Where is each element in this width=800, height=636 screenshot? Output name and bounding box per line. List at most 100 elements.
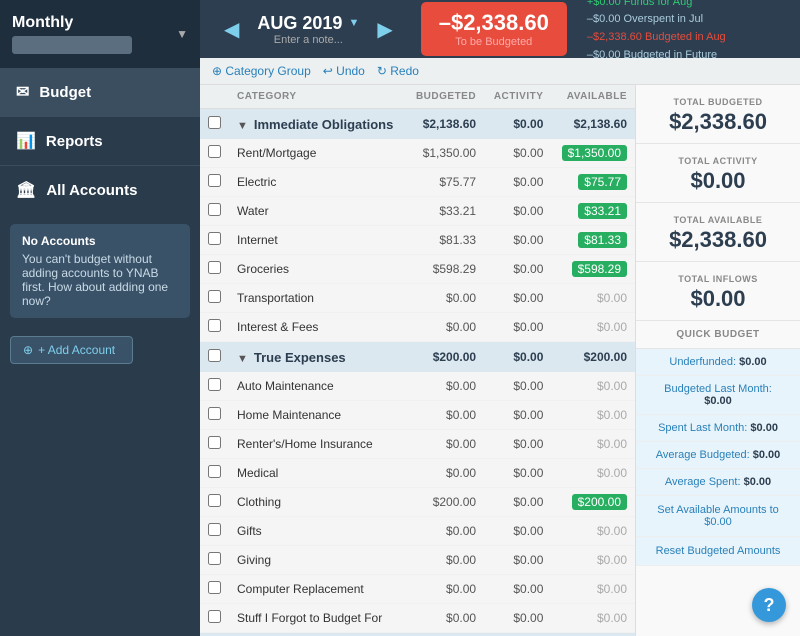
- item-budgeted[interactable]: $0.00: [406, 401, 484, 430]
- month-note-input[interactable]: Enter a note...: [274, 34, 343, 46]
- item-checkbox[interactable]: [208, 290, 221, 303]
- table-row[interactable]: Clothing $200.00 $0.00 $200.00: [200, 488, 635, 517]
- quick-budget-action-button[interactable]: Reset Budgeted Amounts: [636, 537, 800, 566]
- sidebar-item-budget[interactable]: ✉ Budget: [0, 68, 200, 116]
- redo-button[interactable]: ↻ Redo: [377, 64, 419, 78]
- item-budgeted[interactable]: $0.00: [406, 313, 484, 342]
- budget-table-wrap[interactable]: CATEGORY BUDGETED ACTIVITY AVAILABLE ▼Im…: [200, 85, 635, 636]
- table-row[interactable]: Internet $81.33 $0.00 $81.33: [200, 226, 635, 255]
- undo-button[interactable]: ↩ Undo: [323, 64, 365, 78]
- item-checkbox-cell[interactable]: [200, 313, 229, 342]
- item-checkbox-cell[interactable]: [200, 168, 229, 197]
- item-checkbox-cell[interactable]: [200, 459, 229, 488]
- table-group-row[interactable]: ▼True Expenses $200.00 $0.00 $200.00: [200, 342, 635, 373]
- item-budgeted[interactable]: $200.00: [406, 488, 484, 517]
- prev-month-button[interactable]: ◀: [216, 13, 247, 46]
- quick-budget-item[interactable]: Spent Last Month: $0.00: [636, 415, 800, 442]
- item-checkbox[interactable]: [208, 174, 221, 187]
- item-checkbox[interactable]: [208, 261, 221, 274]
- item-checkbox[interactable]: [208, 581, 221, 594]
- item-checkbox[interactable]: [208, 494, 221, 507]
- item-budgeted[interactable]: $598.29: [406, 255, 484, 284]
- item-budgeted[interactable]: $0.00: [406, 546, 484, 575]
- item-budgeted[interactable]: $75.77: [406, 168, 484, 197]
- item-checkbox[interactable]: [208, 319, 221, 332]
- table-row[interactable]: Medical $0.00 $0.00 $0.00: [200, 459, 635, 488]
- available-value: $0.00: [597, 408, 627, 422]
- item-budgeted[interactable]: $0.00: [406, 517, 484, 546]
- item-budgeted[interactable]: $0.00: [406, 430, 484, 459]
- item-name: Clothing: [229, 488, 406, 517]
- item-checkbox[interactable]: [208, 523, 221, 536]
- item-checkbox-cell[interactable]: [200, 372, 229, 401]
- table-row[interactable]: Computer Replacement $0.00 $0.00 $0.00: [200, 575, 635, 604]
- item-budgeted[interactable]: $1,350.00: [406, 139, 484, 168]
- item-checkbox-cell[interactable]: [200, 226, 229, 255]
- table-row[interactable]: Stuff I Forgot to Budget For $0.00 $0.00…: [200, 604, 635, 633]
- total-inflows-amount: $0.00: [650, 286, 786, 312]
- item-budgeted[interactable]: $0.00: [406, 575, 484, 604]
- table-row[interactable]: Water $33.21 $0.00 $33.21: [200, 197, 635, 226]
- item-checkbox[interactable]: [208, 145, 221, 158]
- group-checkbox-cell[interactable]: [200, 633, 229, 636]
- item-checkbox[interactable]: [208, 552, 221, 565]
- next-month-button[interactable]: ▶: [369, 13, 400, 46]
- item-checkbox-cell[interactable]: [200, 197, 229, 226]
- item-checkbox[interactable]: [208, 378, 221, 391]
- group-checkbox-cell[interactable]: [200, 342, 229, 373]
- table-row[interactable]: Interest & Fees $0.00 $0.00 $0.00: [200, 313, 635, 342]
- table-row[interactable]: Groceries $598.29 $0.00 $598.29: [200, 255, 635, 284]
- item-checkbox[interactable]: [208, 465, 221, 478]
- item-budgeted[interactable]: $0.00: [406, 459, 484, 488]
- group-checkbox[interactable]: [208, 116, 221, 129]
- table-row[interactable]: Auto Maintenance $0.00 $0.00 $0.00: [200, 372, 635, 401]
- sidebar-item-accounts[interactable]: 🏛 All Accounts: [0, 166, 200, 214]
- item-checkbox-cell[interactable]: [200, 284, 229, 313]
- quick-budget-action-button[interactable]: Set Available Amounts to $0.00: [636, 496, 800, 537]
- quick-budget-item[interactable]: Average Spent: $0.00: [636, 469, 800, 496]
- item-budgeted[interactable]: $81.33: [406, 226, 484, 255]
- group-checkbox-cell[interactable]: [200, 109, 229, 140]
- month-chevron-icon[interactable]: ▼: [348, 17, 359, 29]
- quick-budget-item[interactable]: Budgeted Last Month: $0.00: [636, 376, 800, 415]
- item-checkbox[interactable]: [208, 232, 221, 245]
- item-checkbox-cell[interactable]: [200, 517, 229, 546]
- total-budgeted-label: TOTAL BUDGETED: [650, 97, 786, 107]
- item-checkbox[interactable]: [208, 436, 221, 449]
- item-checkbox-cell[interactable]: [200, 401, 229, 430]
- table-row[interactable]: Renter's/Home Insurance $0.00 $0.00 $0.0…: [200, 430, 635, 459]
- table-group-row[interactable]: ▼Immediate Obligations $2,138.60 $0.00 $…: [200, 109, 635, 140]
- item-checkbox-cell[interactable]: [200, 575, 229, 604]
- item-budgeted[interactable]: $33.21: [406, 197, 484, 226]
- item-checkbox-cell[interactable]: [200, 488, 229, 517]
- quick-budget-item[interactable]: Underfunded: $0.00: [636, 349, 800, 376]
- table-row[interactable]: Rent/Mortgage $1,350.00 $0.00 $1,350.00: [200, 139, 635, 168]
- help-button[interactable]: ?: [752, 588, 786, 622]
- table-row[interactable]: Gifts $0.00 $0.00 $0.00: [200, 517, 635, 546]
- item-checkbox-cell[interactable]: [200, 604, 229, 633]
- table-row[interactable]: Electric $75.77 $0.00 $75.77: [200, 168, 635, 197]
- item-budgeted[interactable]: $0.00: [406, 284, 484, 313]
- category-group-button[interactable]: ⊕ Category Group: [212, 64, 311, 78]
- item-budgeted[interactable]: $0.00: [406, 372, 484, 401]
- table-row[interactable]: Home Maintenance $0.00 $0.00 $0.00: [200, 401, 635, 430]
- sidebar-reports-label: Reports: [46, 133, 103, 150]
- sidebar: Monthly ▼ ✉ Budget 📊 Reports 🏛 All Accou…: [0, 0, 200, 636]
- to-budget-label: To be Budgeted: [455, 36, 532, 48]
- item-checkbox-cell[interactable]: [200, 430, 229, 459]
- item-checkbox-cell[interactable]: [200, 546, 229, 575]
- table-row[interactable]: Transportation $0.00 $0.00 $0.00: [200, 284, 635, 313]
- item-checkbox[interactable]: [208, 203, 221, 216]
- add-account-button[interactable]: ⊕ + Add Account: [10, 336, 133, 364]
- sidebar-header[interactable]: Monthly ▼: [0, 0, 200, 68]
- item-checkbox[interactable]: [208, 407, 221, 420]
- sidebar-item-reports[interactable]: 📊 Reports: [0, 117, 200, 165]
- table-group-row[interactable]: ▼Debt Payments $0.00 $0.00 $0.00: [200, 633, 635, 636]
- group-checkbox[interactable]: [208, 349, 221, 362]
- table-row[interactable]: Giving $0.00 $0.00 $0.00: [200, 546, 635, 575]
- quick-budget-item[interactable]: Average Budgeted: $0.00: [636, 442, 800, 469]
- item-budgeted[interactable]: $0.00: [406, 604, 484, 633]
- item-checkbox[interactable]: [208, 610, 221, 623]
- item-checkbox-cell[interactable]: [200, 255, 229, 284]
- item-checkbox-cell[interactable]: [200, 139, 229, 168]
